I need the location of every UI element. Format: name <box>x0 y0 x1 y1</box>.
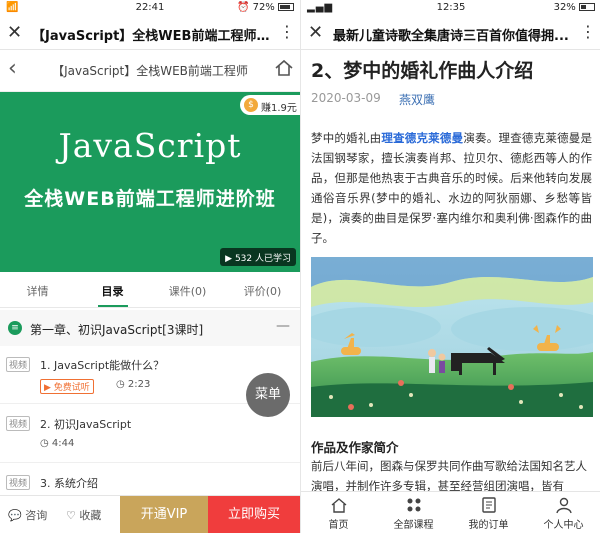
order-icon <box>481 497 496 513</box>
left-screen: 📶 22:41 ⏰ 72% ✕ 【JavaScript】全栈WEB前端工程师进.… <box>0 0 300 533</box>
status-battery: 32% <box>554 2 595 13</box>
lesson-duration-text: 2:23 <box>127 379 151 390</box>
status-battery: ⏰ 72% <box>237 2 294 13</box>
chat-icon: 💬 <box>8 509 22 522</box>
status-bar: 📶 22:41 ⏰ 72% <box>0 0 300 16</box>
lesson-name: 1. JavaScript能做什么？ <box>40 359 165 372</box>
banner-subheadline: 全栈WEB前端工程师进阶班 <box>24 188 276 210</box>
tab-details[interactable]: 详情 <box>0 272 75 307</box>
clock-icon: ◷ <box>40 438 52 449</box>
tab-catalog[interactable]: 目录 <box>75 272 150 307</box>
video-tag: 视频 <box>6 475 31 490</box>
alarm-icon: ⏰ <box>236 2 253 13</box>
learner-count-text: 532 人已学习 <box>234 254 291 264</box>
battery-percent: 32% <box>553 2 576 13</box>
banner-headline: JavaScript <box>58 126 242 165</box>
coin-icon: $ <box>244 98 258 112</box>
close-icon[interactable]: ✕ <box>7 22 22 43</box>
tab-all-courses[interactable]: 全部课程 <box>376 492 451 533</box>
earn-badge[interactable]: $ 赚1.9元 <box>240 95 300 115</box>
webview-titlebar: ✕ 最新儿童诗歌全集唐诗三百首你值得拥... ⋮ <box>301 16 600 50</box>
tab-materials[interactable]: 课件(0) <box>150 272 225 307</box>
more-icon[interactable]: ⋮ <box>279 22 295 41</box>
heart-icon: ♡ <box>66 509 76 522</box>
article-title: 2、梦中的婚礼作曲人介绍 <box>311 60 534 82</box>
article-date: 2020-03-09 <box>311 91 381 105</box>
lesson-duration-text: 4:44 <box>51 438 75 449</box>
vip-button[interactable]: 开通VIP <box>120 496 208 533</box>
paragraph-text: 梦中的婚礼由 <box>311 131 382 145</box>
chapter-title: 第一章、初识JavaScript[3课时] <box>30 323 204 337</box>
article-paragraph: 梦中的婚礼由理查德克莱德曼演奏。理查德克莱德曼是法国钢琴家，擅长演奏肖邦、拉贝尔… <box>311 128 592 248</box>
play-icon: ▶ <box>225 254 235 264</box>
webview-titlebar: ✕ 【JavaScript】全栈WEB前端工程师进... ⋮ <box>0 16 300 50</box>
favorite-label: 收藏 <box>79 509 102 522</box>
article-author[interactable]: 燕双鹰 <box>399 91 435 108</box>
home-icon[interactable] <box>274 58 294 82</box>
tab-profile[interactable]: 个人中心 <box>526 492 600 533</box>
user-icon <box>555 497 572 514</box>
list-icon: ≡ <box>8 321 22 335</box>
close-icon[interactable]: ✕ <box>308 22 323 43</box>
tab-label: 个人中心 <box>543 520 584 531</box>
earn-amount: 赚1.9元 <box>261 103 297 114</box>
webview-title: 【JavaScript】全栈WEB前端工程师进... <box>32 29 278 44</box>
right-screen: ▂▄▆ 12:35 32% ✕ 最新儿童诗歌全集唐诗三百首你值得拥... ⋮ 2… <box>300 0 600 533</box>
course-tabs: 详情 目录 课件(0) 评价(0) <box>0 272 300 308</box>
favorite-button[interactable]: ♡ 收藏 <box>66 496 101 533</box>
video-tag: 视频 <box>6 357 31 372</box>
article-illustration <box>311 257 593 417</box>
webview-title: 最新儿童诗歌全集唐诗三百首你值得拥... <box>333 29 569 44</box>
free-trial-text: 免费试听 <box>53 383 90 393</box>
tab-label: 我的订单 <box>468 520 509 531</box>
tab-my-orders[interactable]: 我的订单 <box>451 492 526 533</box>
battery-percent: 72% <box>252 2 275 13</box>
paragraph-text: 演奏。理查德克莱德曼是法国钢琴家，擅长演奏肖邦、拉贝尔、德彪西等人的作品，但那是… <box>311 131 593 245</box>
tab-reviews[interactable]: 评价(0) <box>225 272 300 307</box>
chapter-header[interactable]: ≡ 第一章、初识JavaScript[3课时] — <box>0 310 300 346</box>
section-heading: 作品及作家简介 <box>311 440 399 455</box>
video-tag: 视频 <box>6 416 31 431</box>
play-icon: ▶ <box>44 383 54 393</box>
lesson-item[interactable]: 视频 2. 初识JavaScript ◷ 4:44 <box>0 405 300 463</box>
buy-now-button[interactable]: 立即购买 <box>208 496 300 533</box>
bottom-tab-bar: 首页 全部课程 我的订单 个人中心 <box>301 491 600 533</box>
consult-button[interactable]: 💬 咨询 <box>8 496 47 533</box>
tab-label: 首页 <box>328 520 349 531</box>
lesson-name: 2. 初识JavaScript <box>40 418 132 431</box>
learner-count: ▶ 532 人已学习 <box>220 248 296 266</box>
menu-button[interactable]: 菜单 <box>246 373 290 417</box>
lesson-duration: ◷ 4:44 <box>40 438 74 449</box>
back-icon[interactable]: ‹ <box>8 56 17 81</box>
purchase-bar: 💬 咨询 ♡ 收藏 开通VIP 立即购买 <box>0 495 300 533</box>
battery-icon <box>579 3 595 11</box>
more-icon[interactable]: ⋮ <box>580 22 596 41</box>
tab-home[interactable]: 首页 <box>301 492 376 533</box>
consult-label: 咨询 <box>25 509 48 522</box>
lesson-duration: ◷ 2:23 <box>116 379 150 390</box>
grid-icon <box>407 498 420 512</box>
lesson-name: 3. 系统介绍 <box>40 477 98 490</box>
clock-icon: ◷ <box>116 379 128 390</box>
status-bar: ▂▄▆ 12:35 32% <box>301 0 600 16</box>
course-banner: $ 赚1.9元 JavaScript 全栈WEB前端工程师进阶班 ▶ 532 人… <box>0 92 300 272</box>
free-trial-badge[interactable]: ▶ 免费试听 <box>40 379 94 394</box>
page-title: 【JavaScript】全栈WEB前端工程师 <box>52 64 248 78</box>
page-nav: ‹ 【JavaScript】全栈WEB前端工程师 <box>0 50 300 92</box>
article-paragraph: 前后八年间，图森与保罗共同作曲写歌给法国知名艺人演唱，并制作许多专辑，甚至经营组… <box>311 459 587 493</box>
battery-icon <box>278 3 294 11</box>
home-icon <box>331 498 346 513</box>
collapse-icon[interactable]: — <box>276 318 290 334</box>
tab-label: 全部课程 <box>393 520 434 531</box>
musician-link[interactable]: 理查德克莱德曼 <box>381 131 463 145</box>
